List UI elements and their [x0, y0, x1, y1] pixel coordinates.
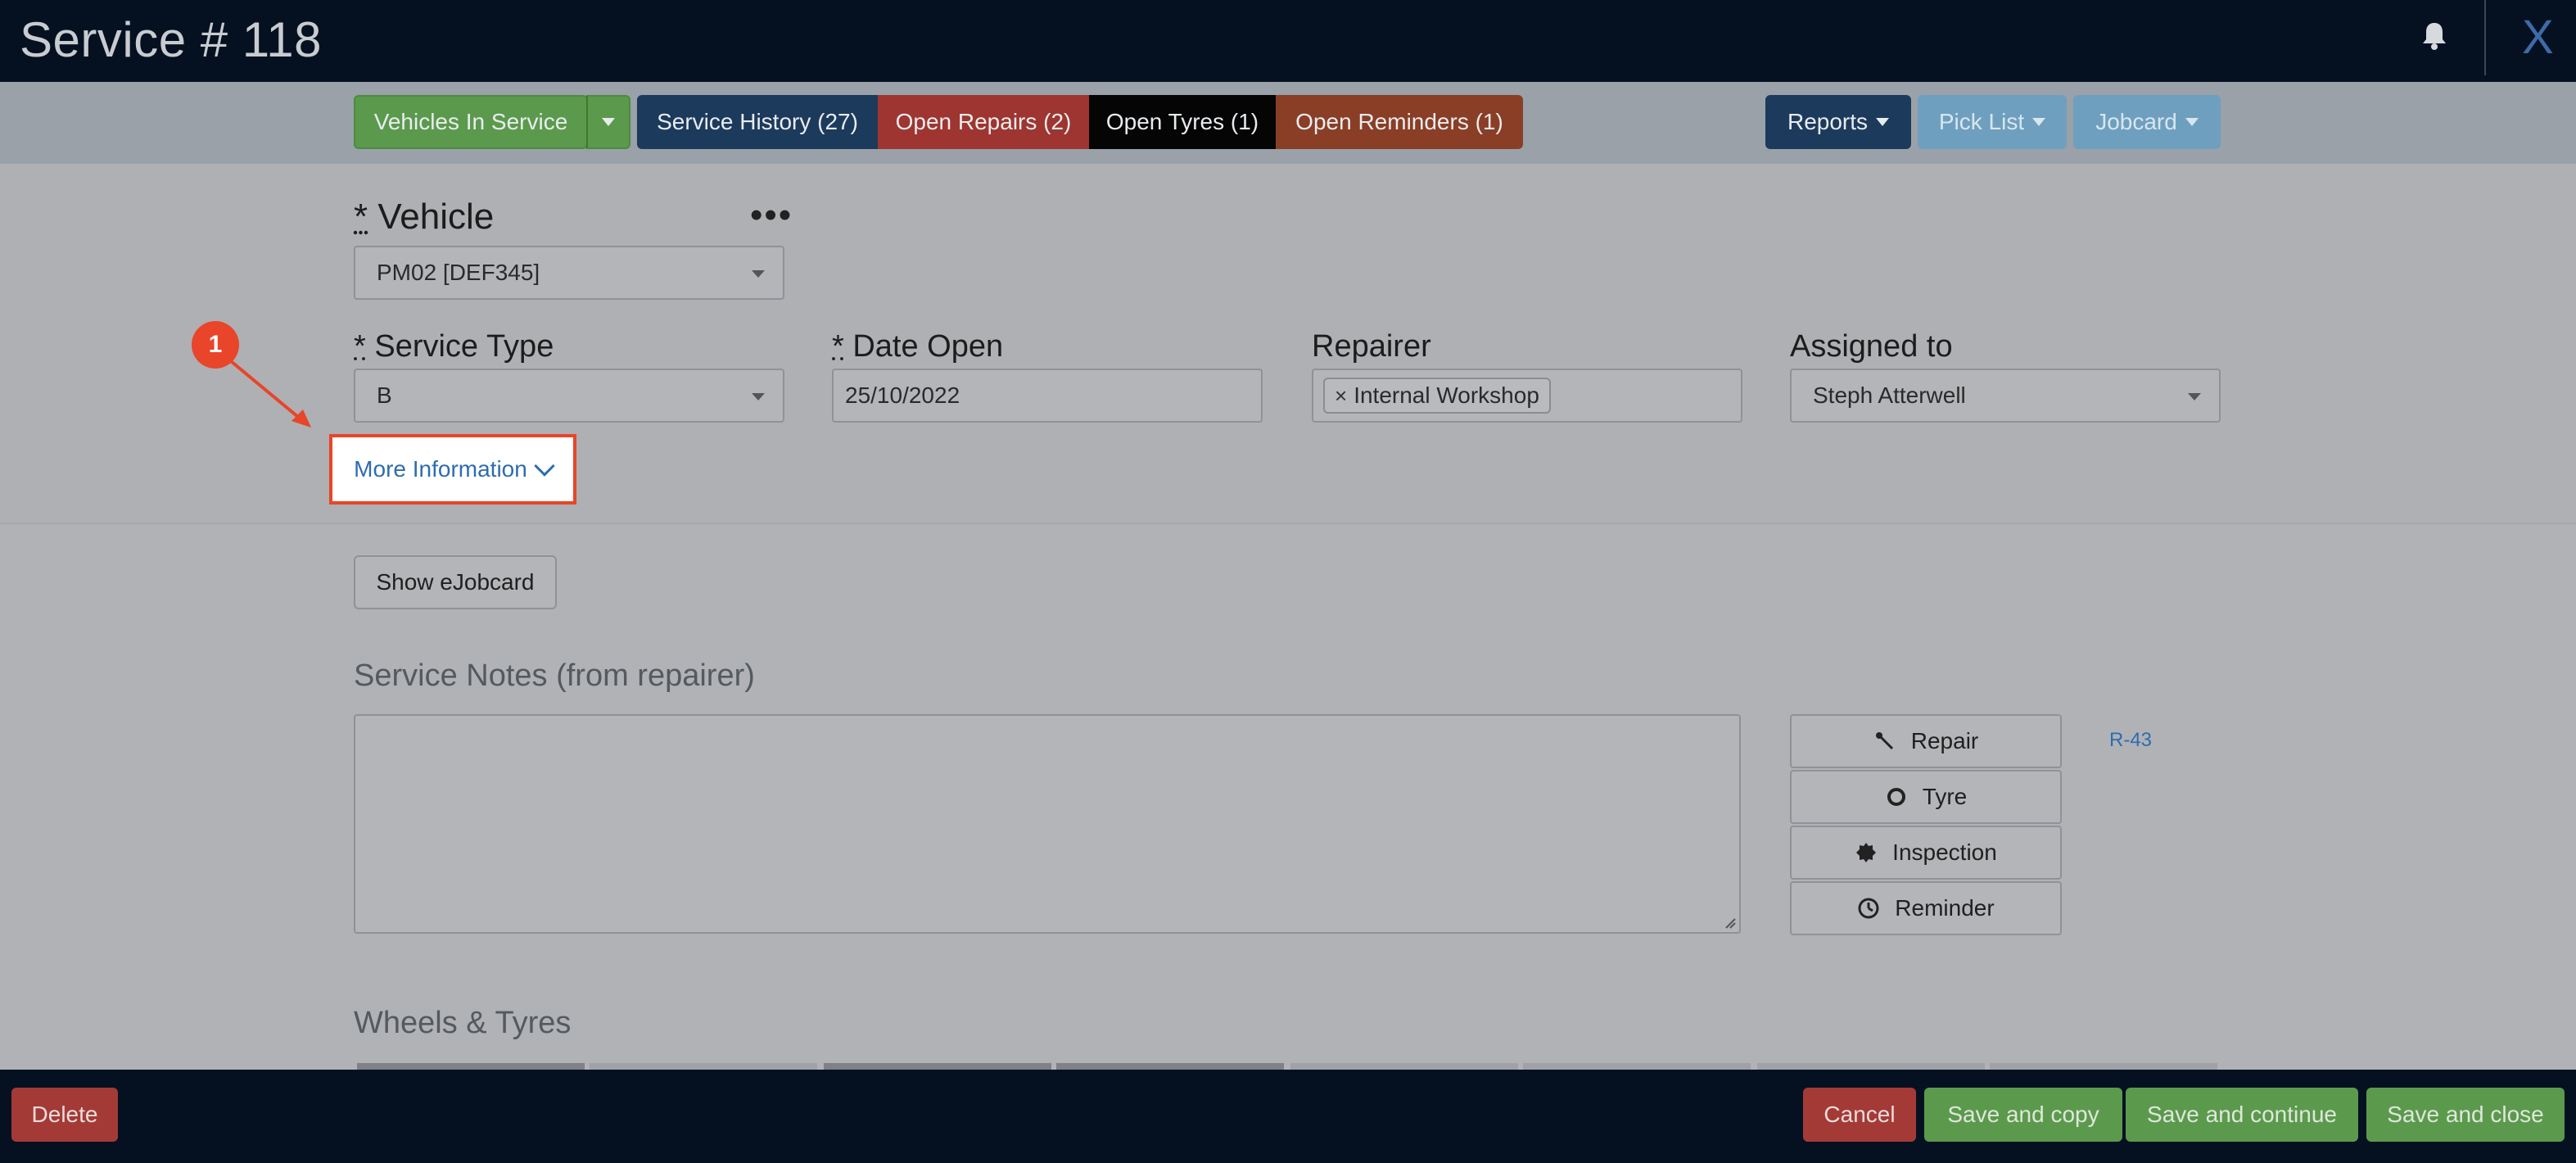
vehicle-label-text: Vehicle — [377, 197, 495, 237]
service-type-value: B — [377, 382, 392, 408]
more-options-icon[interactable]: ••• — [750, 195, 793, 236]
repair-label: Repair — [1910, 728, 1979, 753]
remove-chip-icon[interactable]: × — [1335, 383, 1347, 409]
assigned-to-label: Assigned to — [1790, 329, 1953, 364]
section-divider — [0, 523, 2576, 524]
page-title: Service # 118 — [20, 12, 322, 67]
delete-button[interactable]: Delete — [11, 1088, 118, 1142]
required-mark: * — [354, 197, 368, 237]
wrench-icon — [1873, 730, 1896, 753]
open-tyres-tab[interactable]: Open Tyres (1) — [1089, 95, 1276, 149]
dropdown-arrow-icon — [752, 270, 765, 278]
tyre-tab-strip[interactable] — [1290, 1063, 1518, 1070]
pick-list-label: Pick List — [1938, 109, 2025, 134]
tyre-tab-strip[interactable] — [1757, 1063, 1985, 1070]
vehicles-in-service-button[interactable]: Vehicles In Service — [354, 95, 588, 149]
more-information-toggle[interactable]: More Information — [329, 434, 576, 505]
save-and-copy-button[interactable]: Save and copy — [1924, 1088, 2122, 1142]
service-history-tab[interactable]: Service History (27) — [637, 95, 878, 149]
service-notes-title: Service Notes (from repairer) — [354, 658, 755, 693]
clock-icon — [1857, 897, 1880, 920]
dropdown-arrow-icon — [752, 393, 765, 400]
add-repair-button[interactable]: Repair — [1790, 714, 2062, 768]
add-inspection-button[interactable]: Inspection — [1790, 826, 2062, 880]
service-type-label-text: Service Type — [374, 329, 554, 364]
tyre-tab-strip[interactable] — [1990, 1063, 2217, 1070]
resize-handle-icon[interactable] — [1723, 916, 1736, 929]
repairer-chip[interactable]: × Internal Workshop — [1323, 378, 1551, 414]
date-open-input[interactable]: 25/10/2022 — [832, 369, 1263, 423]
reports-label: Reports — [1787, 109, 1869, 134]
wheels-tyres-title: Wheels & Tyres — [354, 1006, 572, 1040]
tyre-label: Tyre — [1922, 784, 1968, 809]
show-ejobcard-button[interactable]: Show eJobcard — [354, 555, 557, 609]
caret-down-icon — [2032, 118, 2046, 126]
inspection-label: Inspection — [1892, 839, 1997, 865]
assigned-to-value: Steph Atterwell — [1813, 382, 1966, 408]
jobcard-label: Jobcard — [2095, 109, 2177, 134]
jobcard-button[interactable]: Jobcard — [2073, 95, 2221, 149]
assigned-to-select[interactable]: Steph Atterwell — [1790, 369, 2221, 423]
service-type-label: * Service Type — [354, 329, 554, 364]
pick-list-button[interactable]: Pick List — [1918, 95, 2067, 149]
tyre-tab-strip[interactable] — [590, 1063, 817, 1070]
tyre-tab-strip[interactable] — [357, 1063, 585, 1070]
vehicle-select[interactable]: PM02 [DEF345] — [354, 246, 784, 300]
vehicles-dropdown-toggle[interactable] — [586, 95, 630, 149]
vehicle-label: * Vehicle — [354, 197, 494, 238]
save-and-close-button[interactable]: Save and close — [2366, 1088, 2565, 1142]
required-mark: * — [354, 329, 366, 364]
add-reminder-button[interactable]: Reminder — [1790, 881, 2062, 935]
tyre-tab-strip[interactable] — [1056, 1063, 1284, 1070]
date-open-value: 25/10/2022 — [845, 382, 960, 408]
service-type-select[interactable]: B — [354, 369, 784, 423]
close-button[interactable]: X — [2522, 10, 2554, 65]
save-and-continue-button[interactable]: Save and continue — [2126, 1088, 2358, 1142]
reports-button[interactable]: Reports — [1765, 95, 1911, 149]
reference-link[interactable]: R-43 — [2109, 729, 2152, 752]
open-reminders-tab[interactable]: Open Reminders (1) — [1276, 95, 1523, 149]
notification-bell-icon[interactable] — [2420, 20, 2448, 52]
tyre-icon — [1885, 785, 1908, 808]
cancel-button[interactable]: Cancel — [1803, 1088, 1916, 1142]
dropdown-arrow-icon — [2188, 393, 2201, 400]
chevron-down-icon — [534, 455, 555, 477]
caret-down-icon — [1876, 118, 1890, 126]
more-information-label: More Information — [354, 456, 527, 482]
repairer-chip-label: Internal Workshop — [1354, 382, 1539, 408]
tyre-tab-strip[interactable] — [824, 1063, 1051, 1070]
caret-down-icon — [2185, 118, 2199, 126]
required-mark: * — [832, 329, 844, 364]
vehicle-select-value: PM02 [DEF345] — [377, 260, 540, 285]
inspection-badge-icon — [1855, 841, 1878, 864]
repairer-input[interactable]: × Internal Workshop — [1312, 369, 1742, 423]
open-repairs-tab[interactable]: Open Repairs (2) — [878, 95, 1089, 149]
reminder-label: Reminder — [1895, 895, 1995, 921]
tyre-tab-strip[interactable] — [1523, 1063, 1751, 1070]
service-notes-textarea[interactable] — [354, 714, 1741, 934]
add-tyre-button[interactable]: Tyre — [1790, 770, 2062, 824]
header-divider — [2484, 0, 2486, 75]
repairer-label: Repairer — [1312, 329, 1431, 364]
caret-down-icon — [602, 118, 615, 126]
date-open-label-text: Date Open — [852, 329, 1004, 364]
top-header-bar: Service # 118 X — [0, 0, 2576, 82]
date-open-label: * Date Open — [832, 329, 1003, 364]
annotation-arrow-icon — [224, 355, 311, 428]
